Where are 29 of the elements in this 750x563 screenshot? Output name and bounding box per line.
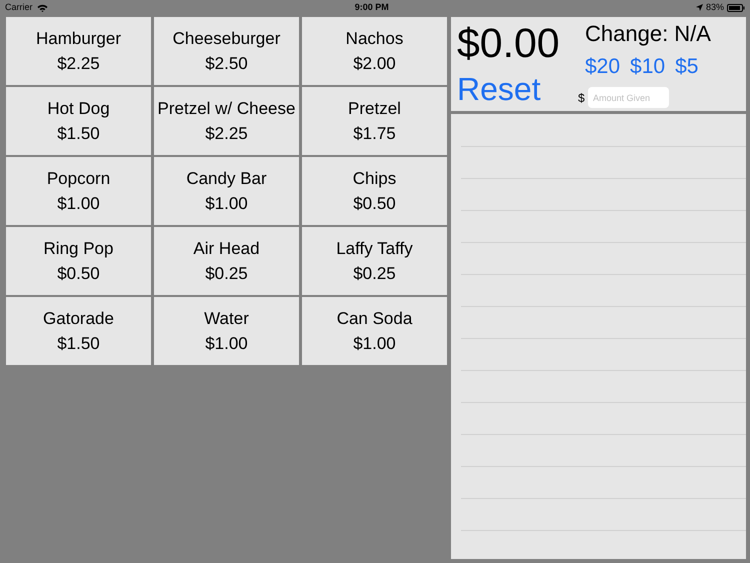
change-label: Change: N/A (585, 21, 711, 47)
menu-item-button[interactable]: Ring Pop $0.50 (6, 227, 151, 295)
carrier-label: Carrier (5, 0, 33, 14)
wifi-icon (36, 4, 48, 12)
menu-item-button[interactable]: Candy Bar $1.00 (154, 157, 299, 225)
total-amount: $0.00 (457, 19, 560, 67)
quick-amount-button[interactable]: $10 (630, 55, 666, 79)
battery-icon (726, 4, 745, 12)
currency-label: $ (578, 91, 585, 105)
reset-button[interactable]: Reset (457, 71, 541, 107)
menu-item-button[interactable]: Gatorade $1.50 (6, 297, 151, 365)
menu-item-button[interactable]: Pretzel w/ Cheese $2.25 (154, 87, 299, 155)
menu-item-button[interactable]: Can Soda $1.00 (302, 297, 447, 365)
amount-given-field[interactable]: Amount Given (588, 87, 669, 108)
menu-item-button[interactable]: Pretzel $1.75 (302, 87, 447, 155)
location-arrow-icon (696, 4, 703, 11)
clock-time: 9:00 PM (354, 0, 389, 14)
quick-amount-button[interactable]: $5 (675, 55, 698, 79)
menu-item-button[interactable]: Popcorn $1.00 (6, 157, 151, 225)
menu-item-button[interactable]: Air Head $0.25 (154, 227, 299, 295)
quick-amount-button[interactable]: $20 (585, 55, 620, 79)
menu-item-button[interactable]: Cheeseburger $2.50 (154, 17, 299, 85)
battery-percentage: 83% (706, 0, 724, 14)
menu-item-button[interactable]: Laffy Taffy $0.25 (302, 227, 447, 295)
menu-item-button[interactable]: Hot Dog $1.50 (6, 87, 151, 155)
menu-item-button[interactable]: Chips $0.50 (302, 157, 447, 225)
menu-item-button[interactable]: Water $1.00 (154, 297, 299, 365)
menu-item-button[interactable]: Nachos $2.00 (302, 17, 447, 85)
menu-item-button[interactable]: Hamburger $2.25 (6, 17, 151, 85)
